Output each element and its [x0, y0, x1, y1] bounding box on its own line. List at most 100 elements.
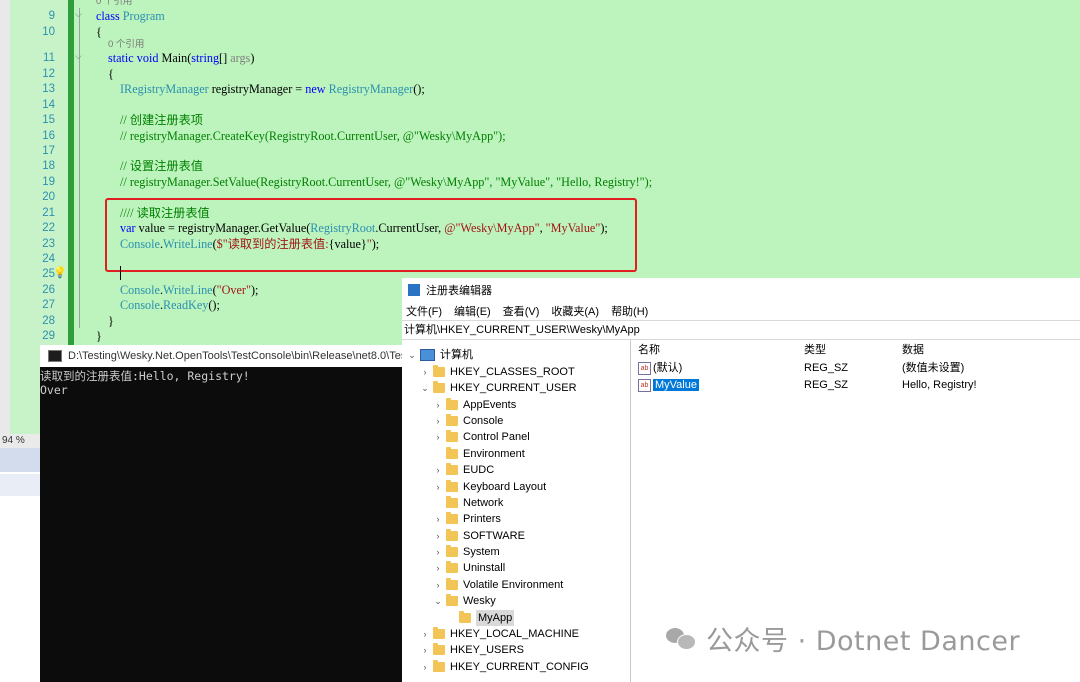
- tree-item-label: HKEY_CURRENT_CONFIG: [450, 661, 589, 673]
- code-line[interactable]: 18 // 设置注册表值: [0, 158, 1080, 174]
- folder-icon: [433, 643, 445, 655]
- column-header-data[interactable]: 数据: [902, 342, 924, 358]
- regedit-title: 注册表编辑器: [426, 285, 492, 297]
- code-line[interactable]: 14: [0, 97, 1080, 113]
- tree-item-hkey-users[interactable]: › HKEY_USERS: [419, 642, 524, 658]
- code-text: // registryManager.CreateKey(RegistryRoo…: [120, 129, 506, 143]
- expand-chevron-icon[interactable]: ›: [432, 511, 444, 527]
- line-number: 20: [42, 191, 55, 203]
- line-number: 26: [42, 284, 55, 296]
- tree-item-label: AppEvents: [463, 399, 517, 411]
- tree-item-appevents[interactable]: › AppEvents: [432, 397, 516, 413]
- tree-item-eudc[interactable]: › EUDC: [432, 462, 494, 478]
- tree-item-environment[interactable]: Environment: [432, 446, 525, 462]
- expand-chevron-icon[interactable]: ›: [432, 479, 444, 495]
- folder-icon: [433, 627, 445, 639]
- tree-item-hkey-current-config[interactable]: › HKEY_CURRENT_CONFIG: [419, 659, 589, 675]
- tree-item-console[interactable]: › Console: [432, 413, 503, 429]
- folder-icon: [446, 594, 458, 606]
- tree-item-hkey-local-machine[interactable]: › HKEY_LOCAL_MACHINE: [419, 626, 579, 642]
- tree-item-system[interactable]: › System: [432, 544, 500, 560]
- collapse-chevron-icon[interactable]: ⌄: [419, 380, 431, 396]
- expand-chevron-icon[interactable]: ›: [432, 577, 444, 593]
- value-type: REG_SZ: [804, 379, 849, 391]
- menu-view[interactable]: 查看(V): [503, 303, 540, 319]
- code-line[interactable]: 13 IRegistryManager registryManager = new…: [0, 81, 1080, 97]
- string-value-icon: ab: [638, 361, 651, 375]
- tree-item--[interactable]: ⌄ 计算机: [406, 347, 473, 363]
- code-line[interactable]: 12 {: [0, 66, 1080, 82]
- expand-chevron-icon[interactable]: ›: [419, 626, 431, 642]
- console-window[interactable]: D:\Testing\Wesky.Net.OpenTools\TestConso…: [40, 345, 402, 682]
- code-text: {: [108, 67, 114, 81]
- line-number: 19: [42, 176, 55, 188]
- expand-chevron-icon[interactable]: ›: [432, 528, 444, 544]
- collapse-chevron-icon[interactable]: ⌄: [406, 347, 418, 363]
- expand-chevron-icon[interactable]: ›: [432, 544, 444, 560]
- computer-icon: [420, 349, 435, 361]
- value-data: (数值未设置): [902, 362, 965, 374]
- expand-chevron-icon[interactable]: ›: [432, 397, 444, 413]
- code-line[interactable]: 16 // registryManager.CreateKey(RegistryR…: [0, 128, 1080, 144]
- expand-chevron-icon[interactable]: ›: [432, 462, 444, 478]
- tree-item-label: EUDC: [463, 464, 495, 476]
- tree-item-volatile-environment[interactable]: › Volatile Environment: [432, 577, 563, 593]
- expand-chevron-icon[interactable]: ›: [419, 364, 431, 380]
- code-line[interactable]: 17: [0, 143, 1080, 159]
- tree-item-myapp[interactable]: MyApp: [445, 610, 515, 626]
- wechat-icon: [666, 626, 696, 650]
- tree-item-control-panel[interactable]: › Control Panel: [432, 429, 530, 445]
- code-line[interactable]: 10 {: [0, 24, 1080, 40]
- tree-item-label: Volatile Environment: [463, 579, 564, 591]
- column-header-name[interactable]: 名称: [638, 342, 660, 358]
- collapse-chevron-icon[interactable]: ⌄: [432, 593, 444, 609]
- menu-favorites[interactable]: 收藏夹(A): [551, 303, 599, 319]
- zoom-level[interactable]: 94 %: [0, 434, 42, 448]
- lightbulb-icon[interactable]: 💡: [53, 266, 67, 279]
- console-title: D:\Testing\Wesky.Net.OpenTools\TestConso…: [68, 350, 402, 362]
- menu-help[interactable]: 帮助(H): [611, 303, 648, 319]
- tree-item-keyboard-layout[interactable]: › Keyboard Layout: [432, 479, 546, 495]
- code-text: IRegistryManager registryManager = new R…: [120, 82, 425, 96]
- string-value-icon: ab: [638, 378, 651, 392]
- tree-item-printers[interactable]: › Printers: [432, 511, 501, 527]
- value-row-selected[interactable]: ab MyValue: [638, 377, 699, 393]
- line-number: 21: [42, 207, 55, 219]
- tree-item-uninstall[interactable]: › Uninstall: [432, 560, 505, 576]
- tree-item-hkey-classes-root[interactable]: › HKEY_CLASSES_ROOT: [419, 364, 575, 380]
- tree-item-network[interactable]: Network: [432, 495, 503, 511]
- expand-chevron-icon[interactable]: ›: [419, 642, 431, 658]
- address-bar[interactable]: 计算机\HKEY_CURRENT_USER\Wesky\MyApp: [402, 320, 1080, 340]
- line-number: 10: [42, 26, 55, 38]
- tree-item-label: Keyboard Layout: [463, 481, 547, 493]
- code-line[interactable]: 9 class Program: [0, 8, 1080, 24]
- code-line[interactable]: 11 static void Main(string[] args): [0, 50, 1080, 66]
- menu-edit[interactable]: 编辑(E): [454, 303, 491, 319]
- value-row[interactable]: ab (默认): [638, 360, 682, 376]
- tree-item-label: HKEY_LOCAL_MACHINE: [450, 628, 579, 640]
- expand-chevron-icon[interactable]: ›: [432, 413, 444, 429]
- line-number: 15: [42, 114, 55, 126]
- value-type: REG_SZ: [804, 362, 849, 374]
- tree-item-hkey-current-user[interactable]: ⌄ HKEY_CURRENT_USER: [419, 380, 577, 396]
- tree-item-software[interactable]: › SOFTWARE: [432, 528, 525, 544]
- column-header-type[interactable]: 类型: [804, 342, 826, 358]
- expand-chevron-icon[interactable]: ›: [432, 429, 444, 445]
- code-text: {: [96, 25, 102, 39]
- menu-file[interactable]: 文件(F): [406, 303, 442, 319]
- tree-item-label: HKEY_CURRENT_USER: [450, 382, 577, 394]
- line-number: 14: [42, 99, 55, 111]
- code-line[interactable]: 19 // registryManager.SetValue(RegistryRo…: [0, 174, 1080, 190]
- registry-key-tree[interactable]: ⌄ 计算机 › HKEY_CLASSES_ROOT ⌄ HKEY_CURRENT_USER…: [402, 340, 631, 682]
- expand-chevron-icon[interactable]: ›: [432, 560, 444, 576]
- watermark-text: 公众号 · Dotnet Dancer: [706, 625, 1021, 657]
- code-line[interactable]: 15 // 创建注册表项: [0, 112, 1080, 128]
- folder-icon: [446, 480, 458, 492]
- console-title-bar[interactable]: D:\Testing\Wesky.Net.OpenTools\TestConso…: [40, 345, 402, 367]
- regedit-title-bar[interactable]: 注册表编辑器: [402, 278, 1080, 302]
- reference-count-class[interactable]: 0 个引用: [96, 0, 132, 8]
- tree-item-wesky[interactable]: ⌄ Wesky: [432, 593, 496, 609]
- tree-item-label: 计算机: [440, 349, 473, 361]
- line-number: 23: [42, 238, 55, 250]
- expand-chevron-icon[interactable]: ›: [419, 659, 431, 675]
